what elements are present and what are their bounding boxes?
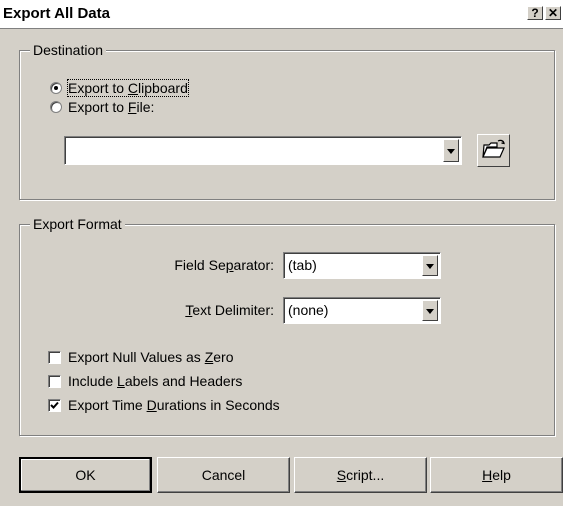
checkmark-icon — [50, 401, 59, 409]
help-button[interactable]: Help — [430, 457, 563, 493]
include-labels-checkbox[interactable] — [48, 375, 61, 388]
radio-selected-dot — [54, 86, 58, 90]
export-clipboard-radio[interactable] — [50, 82, 62, 94]
text-delimiter-value: (none) — [288, 302, 329, 318]
window-title: Export All Data — [3, 5, 110, 22]
script-button[interactable]: Script... — [294, 457, 427, 493]
text-delimiter-dropdown-button[interactable] — [422, 300, 438, 321]
export-durations-seconds-label[interactable]: Export Time Durations in Seconds — [68, 397, 280, 413]
field-separator-dropdown-button[interactable] — [422, 255, 438, 276]
browse-folder-button[interactable] — [477, 134, 510, 167]
field-separator-select[interactable]: (tab) — [283, 252, 441, 279]
file-path-dropdown-button[interactable] — [443, 139, 459, 162]
destination-group: Destination — [19, 42, 555, 200]
chevron-down-icon — [426, 263, 434, 269]
title-bar: Export All Data ? ✕ — [0, 0, 563, 29]
export-null-zero-label[interactable]: Export Null Values as Zero — [68, 349, 234, 365]
export-file-label[interactable]: Export to File: — [68, 99, 154, 115]
cancel-button[interactable]: Cancel — [157, 457, 290, 493]
chevron-down-icon — [447, 148, 455, 154]
export-file-radio[interactable] — [50, 101, 62, 113]
export-clipboard-label[interactable]: Export to Clipboard — [67, 79, 189, 97]
destination-legend: Destination — [30, 42, 107, 58]
file-path-combo[interactable] — [64, 136, 462, 165]
export-null-zero-checkbox[interactable] — [48, 351, 61, 364]
chevron-down-icon — [426, 308, 434, 314]
include-labels-label[interactable]: Include Labels and Headers — [68, 373, 242, 389]
field-separator-value: (tab) — [288, 257, 317, 273]
field-separator-label: Field Separator: — [174, 257, 274, 273]
text-delimiter-label: Text Delimiter: — [185, 302, 274, 318]
text-delimiter-select[interactable]: (none) — [283, 297, 441, 324]
folder-open-icon — [482, 139, 505, 158]
export-format-legend: Export Format — [30, 216, 125, 232]
export-durations-seconds-checkbox[interactable] — [48, 399, 61, 412]
ok-button[interactable]: OK — [19, 457, 152, 493]
help-icon[interactable]: ? — [527, 6, 543, 20]
close-icon[interactable]: ✕ — [545, 6, 561, 20]
